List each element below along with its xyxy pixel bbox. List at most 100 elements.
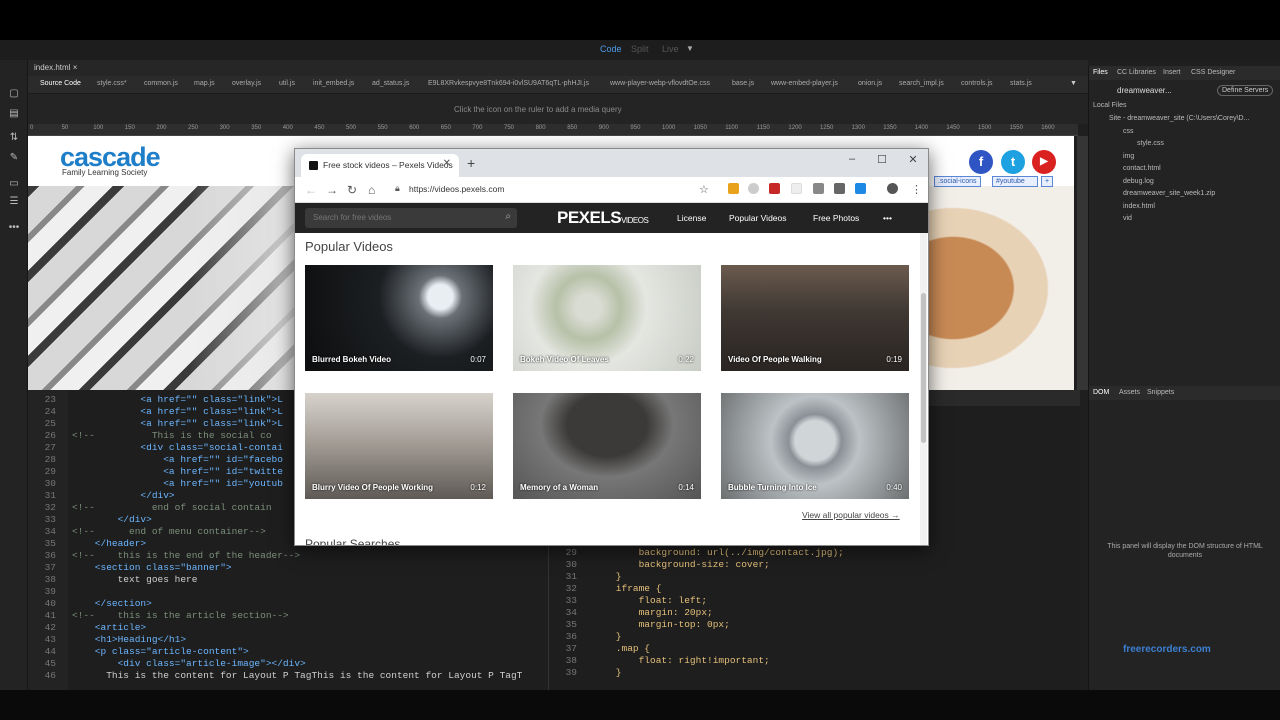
video-title[interactable]: Blurry Video Of People Working (312, 483, 433, 492)
video-title[interactable]: Video Of People Walking (728, 355, 822, 364)
file-icon[interactable]: ▤ (8, 108, 20, 120)
cast-icon[interactable] (834, 183, 845, 194)
tab-insert[interactable]: Insert (1163, 69, 1181, 76)
code-line[interactable]: 36 } (549, 631, 1069, 643)
tab-snippets[interactable]: Snippets (1147, 389, 1174, 396)
related-file-tab[interactable]: www-embed-player.js (771, 80, 838, 87)
nav-license[interactable]: License (677, 213, 706, 223)
video-title[interactable]: Memory of a Woman (520, 483, 598, 492)
view-all-link[interactable]: View all popular videos → (802, 510, 900, 520)
file-icon[interactable]: ▢ (8, 88, 20, 100)
related-file-tab[interactable]: stats.js (1010, 80, 1032, 87)
live-view-button[interactable]: Live (662, 44, 679, 54)
maximize-icon[interactable]: ☐ (875, 153, 889, 166)
close-window-icon[interactable]: ✕ (906, 153, 920, 166)
browser-scrollbar[interactable] (920, 233, 927, 545)
address-bar[interactable]: 🔒︎ https://videos.pexels.com (391, 180, 703, 200)
camera-icon[interactable] (813, 183, 824, 194)
related-file-tab[interactable]: overlay.js (232, 80, 261, 87)
tab-files[interactable]: Files (1093, 69, 1108, 76)
tab-cc-libraries[interactable]: CC Libraries (1117, 69, 1156, 76)
code-line[interactable]: 37 <section class="banner"> (28, 562, 548, 574)
video-title[interactable]: Bokeh Video Of Leaves (520, 355, 609, 364)
extension-icon[interactable] (748, 183, 759, 194)
media-query-bar[interactable]: Click the icon on the ruler to add a med… (28, 94, 1088, 124)
add-class-button[interactable]: + (1041, 176, 1054, 187)
code-line[interactable]: 37 .map { (549, 643, 1069, 655)
extension-icon[interactable] (769, 183, 780, 194)
file-tree-item[interactable]: img (1123, 153, 1134, 160)
ruler[interactable]: 0 50 100 150 200 250 300 350 400 450 500 550 600 650 7… (28, 124, 1078, 136)
file-tree-item[interactable]: dreamweaver_site_week1.zip (1123, 190, 1215, 197)
tab-css-designer[interactable]: CSS Designer (1191, 69, 1235, 76)
code-line[interactable]: 38 float: right!important; (549, 655, 1069, 667)
code-line[interactable]: 40 </section> (28, 598, 548, 610)
code-line[interactable]: 35 margin-top: 0px; (549, 619, 1069, 631)
element-tag-chip[interactable]: #youtube (992, 176, 1038, 187)
code-line[interactable]: 39 (28, 586, 548, 598)
related-file-tab[interactable]: E9L8XRvkespvye8Tnk694-i0vlSU9AT6qTL-phHJ… (428, 80, 589, 87)
youtube-icon[interactable]: ▶ (1032, 150, 1056, 174)
live-view-scrollbar[interactable] (1077, 136, 1088, 390)
minimize-icon[interactable]: – (845, 153, 859, 165)
related-file-tab[interactable]: controls.js (961, 80, 993, 87)
video-card[interactable]: Video Of People Walking 0:19 (721, 265, 909, 371)
file-tree-item[interactable]: Site - dreamweaver_site (C:\Users\Corey\… (1109, 115, 1249, 122)
video-card[interactable]: Memory of a Woman 0:14 (513, 393, 701, 499)
code-line[interactable]: 36 <!-- this is the end of the header--> (28, 550, 548, 562)
code-line[interactable]: 45 <div class="article-image"></div> (28, 658, 548, 670)
brush-icon[interactable]: ✎ (8, 152, 20, 164)
facebook-icon[interactable]: f (969, 150, 993, 174)
related-file-tab[interactable]: onion.js (858, 80, 882, 87)
code-line[interactable]: 42 <article> (28, 622, 548, 634)
nav-popular-videos[interactable]: Popular Videos (729, 213, 787, 223)
menu-dots-icon[interactable]: ⋮ (911, 183, 922, 196)
code-line[interactable]: 29 background: url(../img/contact.jpg); (549, 547, 1069, 559)
video-card[interactable]: Bokeh Video Of Leaves 0:22 (513, 265, 701, 371)
code-line[interactable]: 44 <p class="article-content"> (28, 646, 548, 658)
extension-icon[interactable] (855, 183, 866, 194)
twitter-icon[interactable]: t (1001, 150, 1025, 174)
home-icon[interactable]: ⌂ (368, 183, 375, 197)
split-view-button[interactable]: Split (631, 44, 649, 54)
extension-icon[interactable] (728, 183, 739, 194)
file-tree-item[interactable]: debug.log (1123, 178, 1154, 185)
close-tab-icon[interactable]: ✕ (443, 158, 451, 169)
code-line[interactable]: 46 This is the content for Layout P TagT… (28, 670, 548, 682)
code-line[interactable]: 33 float: left; (549, 595, 1069, 607)
browser-tab[interactable]: Free stock videos – Pexels Videos ✕ (301, 154, 459, 177)
video-card[interactable]: Bubble Turning Into Ice 0:40 (721, 393, 909, 499)
document-tab[interactable]: index.html × (34, 63, 77, 72)
pexels-logo[interactable]: PEXELSVIDEOS (557, 208, 649, 228)
code-line[interactable]: 38 text goes here (28, 574, 548, 586)
related-file-tab[interactable]: www-player-webp-vflovdtOe.css (610, 80, 710, 87)
related-file-tab[interactable]: util.js (279, 80, 295, 87)
code-line[interactable]: 31 } (549, 571, 1069, 583)
file-tree-item[interactable]: index.html (1123, 203, 1155, 210)
nav-free-photos[interactable]: Free Photos (813, 213, 859, 223)
site-dropdown[interactable]: dreamweaver... (1117, 86, 1172, 95)
code-line[interactable]: 39 } (549, 667, 1069, 679)
code-view-button[interactable]: Code (600, 44, 622, 54)
more-icon[interactable]: ••• (8, 222, 20, 234)
search-input[interactable]: Search for free videos ⌕ (305, 208, 517, 228)
video-title[interactable]: Bubble Turning Into Ice (728, 483, 817, 492)
forward-icon[interactable]: → (326, 183, 338, 197)
back-icon[interactable]: ← (305, 183, 317, 197)
code-line[interactable]: 30 background-size: cover; (549, 559, 1069, 571)
related-file-tab[interactable]: init_embed.js (313, 80, 354, 87)
related-file-tab[interactable]: base.js (732, 80, 754, 87)
element-tag-chip[interactable]: .social-icons (934, 176, 981, 187)
tab-assets[interactable]: Assets (1119, 389, 1140, 396)
format-icon[interactable]: ⇅ (8, 132, 20, 144)
list-icon[interactable]: ☰ (8, 196, 20, 208)
related-file-tab[interactable]: Source Code (40, 80, 81, 87)
scrollbar-thumb[interactable] (921, 293, 926, 443)
related-file-tab[interactable]: ad_status.js (372, 80, 409, 87)
reload-icon[interactable]: ↻ (347, 183, 357, 197)
nav-more-icon[interactable]: ••• (883, 213, 892, 223)
code-line[interactable]: 41 <!-- this is the article section--> (28, 610, 548, 622)
related-file-tab[interactable]: search_impl.js (899, 80, 944, 87)
search-icon[interactable]: ⌕ (505, 211, 511, 222)
file-tree-item[interactable]: contact.html (1123, 165, 1161, 172)
